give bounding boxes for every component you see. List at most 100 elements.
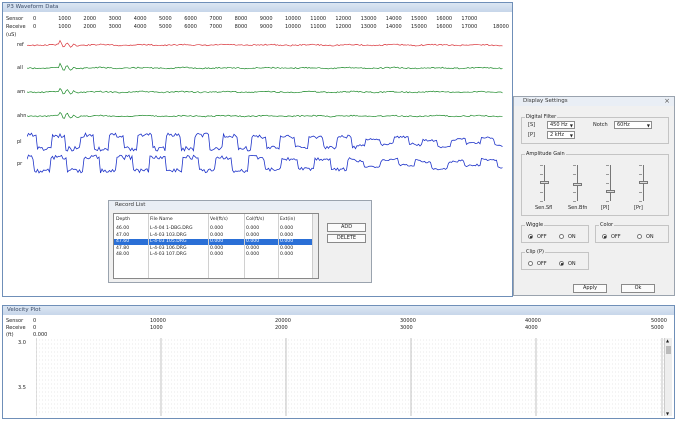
receive-tick-label: 0	[33, 24, 37, 30]
velocity-receive-tick: 4000	[525, 325, 538, 331]
ok-button[interactable]: Ok	[621, 284, 655, 293]
clip-label: Clip (P)	[525, 249, 545, 255]
record-cell: 0.000	[246, 226, 260, 231]
table-row[interactable]: 47.00 L-4-03 103.DRG 0.000 0.000 0.000	[114, 233, 314, 239]
gain-slider-thumb[interactable]	[573, 183, 582, 186]
color-group: Color OFF ON	[595, 222, 669, 243]
chevron-down-icon: ▼	[646, 123, 650, 128]
table-row[interactable]: 47.80 L-4-03 106.DRG 0.000 0.000 0.000	[114, 246, 314, 252]
apply-button[interactable]: Apply	[573, 284, 607, 293]
gain-slider-tick	[540, 192, 543, 193]
p-filter-select[interactable]: 2 kHz ▼	[547, 131, 575, 139]
velocity-sensor-tick: 20000	[275, 318, 291, 324]
clip-off-label: OFF	[537, 260, 547, 267]
p-filter-label: [P]	[528, 132, 535, 138]
receive-tick-label: 16000	[436, 24, 453, 30]
sensor-tick-label: 10000	[285, 16, 301, 22]
velocity-scrollbar[interactable]: ▲ ▼	[664, 338, 672, 416]
wiggle-on-radio[interactable]	[559, 234, 564, 239]
gain-slider-tick	[606, 201, 609, 202]
scroll-down-icon[interactable]: ▼	[666, 411, 669, 416]
table-row[interactable]: 48.00 L-4-03 107.DRG 0.000 0.000 0.000	[114, 252, 314, 258]
wiggle-label: Wiggle	[525, 222, 545, 228]
record-cell: 0.000	[246, 252, 260, 257]
receive-tick-label: 5000	[159, 24, 172, 30]
color-on-label: ON	[646, 233, 654, 240]
gain-slider-tick	[639, 201, 642, 202]
notch-value: 60Hz	[617, 122, 630, 128]
record-list-dialog: Record List Depth File Name Vel(ft/s) Col(f…	[108, 200, 372, 283]
sensor-tick-label: 11000	[310, 16, 327, 22]
gain-slider-tick	[573, 165, 576, 166]
trace-label-pr: pr	[17, 161, 23, 167]
color-label: Color	[599, 222, 615, 228]
gain-slider-thumb[interactable]	[606, 190, 615, 194]
record-cell: L-4-03 107.DRG	[150, 252, 187, 257]
gain-slider-tick	[606, 174, 609, 175]
velocity-sensor-tick: 0	[33, 318, 37, 324]
scroll-up-icon[interactable]: ▲	[666, 338, 669, 343]
velocity-receive-tick: 0	[33, 325, 37, 331]
clip-group: Clip (P) OFF ON	[521, 249, 589, 270]
scroll-thumb[interactable]	[666, 346, 671, 354]
gain-slider-track[interactable]	[610, 165, 611, 201]
receive-tick-label: 8000	[234, 24, 248, 30]
record-cell: 0.000	[246, 239, 260, 244]
digital-filter-label: Digital Filter	[525, 114, 558, 120]
trace-label-ref: ref	[17, 42, 24, 48]
receive-tick-label: 13000	[360, 24, 377, 30]
record-cell: 47.00	[116, 232, 130, 238]
sensor-tick-label: 6000	[184, 16, 197, 22]
sensor-tick-label: 7000	[209, 16, 223, 22]
wiggle-group: Wiggle OFF ON	[521, 222, 589, 243]
gain-slider-tick	[540, 165, 543, 166]
gain-slider-tick	[573, 201, 576, 202]
table-row[interactable]: 46.00 L-4-04 1-DBG.DRG 0.000 0.000 0.000	[114, 226, 314, 232]
record-cell: 0.000	[210, 232, 224, 238]
gain-slider-thumb[interactable]	[540, 181, 549, 185]
wiggle-off-radio[interactable]	[528, 234, 533, 239]
color-on-radio[interactable]	[637, 234, 642, 239]
velocity-sensor-tick: 50000	[651, 318, 667, 324]
receive-tick-label: 10000	[285, 24, 301, 30]
velocity-window: Velocity Plot Sensor Receive (ft) 0.000 …	[2, 305, 675, 419]
trace-ref	[27, 39, 503, 48]
s-filter-select[interactable]: 450 Hz ▼	[547, 121, 575, 129]
sensor-tick-label: 1000	[58, 16, 71, 22]
clip-on-radio[interactable]	[559, 261, 564, 266]
add-button[interactable]: ADD	[327, 223, 366, 232]
sensor-label: Sensor	[6, 16, 24, 22]
record-table-scrollbar[interactable]	[312, 214, 318, 278]
record-list-title: Record List	[109, 201, 371, 210]
record-column-header: Vel(ft/s)	[210, 217, 228, 222]
gain-slider-thumb[interactable]	[639, 181, 648, 185]
velocity-receive-label: Receive	[6, 325, 26, 331]
delete-button[interactable]: DELETE	[327, 234, 366, 243]
sensor-tick-label: 16000	[436, 16, 453, 22]
notch-select[interactable]: 60Hz ▼	[614, 121, 652, 129]
record-cell: 0.000	[246, 245, 260, 251]
table-row[interactable]: 47.60 L-4-03 105.DRG 0.000 0.000 0.000	[114, 239, 314, 245]
record-cell: 47.80	[116, 245, 130, 251]
close-icon[interactable]: ×	[664, 98, 670, 105]
trace-am	[27, 87, 503, 95]
sensor-tick-label: 3000	[108, 16, 122, 22]
clip-off-radio[interactable]	[528, 261, 533, 266]
gain-slider-tick	[639, 174, 642, 175]
velocity-sensor-tick: 40000	[525, 318, 541, 324]
velocity-receive-tick: 1000	[150, 325, 163, 331]
receive-tick-label: 12000	[335, 24, 352, 30]
receive-label: Receive	[6, 24, 26, 30]
clip-on-label: ON	[568, 260, 576, 267]
color-off-radio[interactable]	[602, 234, 607, 239]
record-column-header: Ext(in)	[280, 217, 296, 222]
sensor-tick-label: 9000	[259, 16, 273, 22]
record-cell: 0.000	[210, 245, 224, 251]
receive-tick-label: 15000	[411, 24, 427, 30]
gain-slider-tick	[639, 192, 642, 193]
waveform-plot	[27, 39, 503, 174]
velocity-row-label-2: 3.5	[18, 385, 26, 391]
velocity-sensor-tick: 10000	[150, 318, 166, 324]
record-cell: 0.000	[280, 252, 294, 257]
record-cell: L-4-03 105.DRG	[150, 239, 187, 244]
